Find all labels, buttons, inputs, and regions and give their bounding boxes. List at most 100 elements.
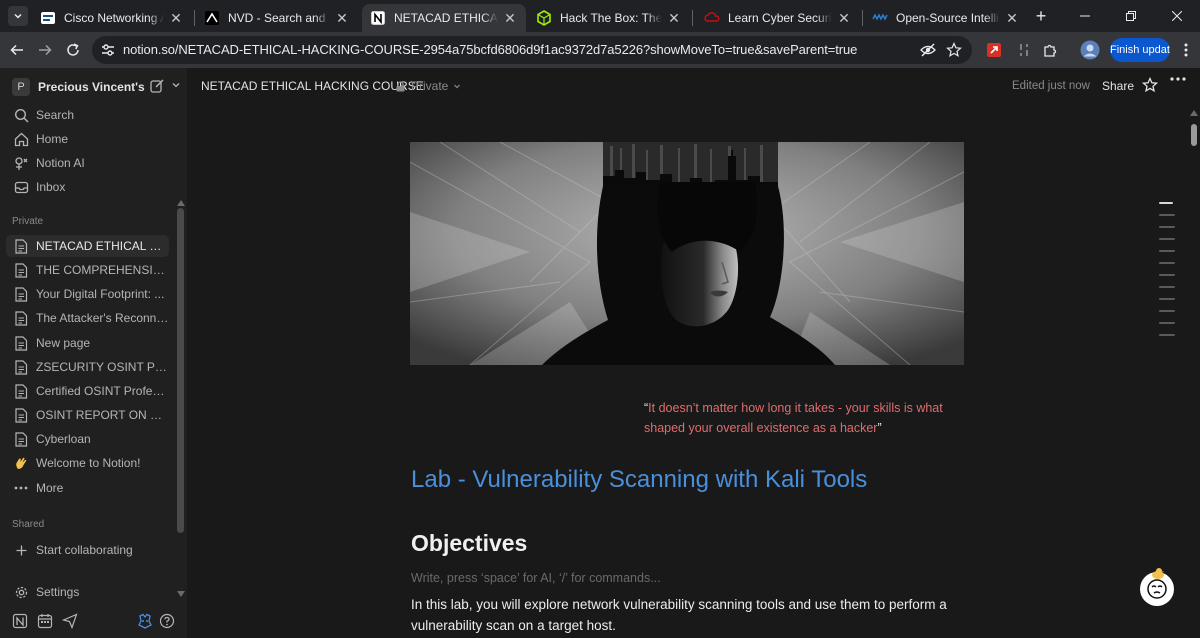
favorite-star-icon[interactable] [1142,77,1158,93]
browser-tab[interactable]: Open-Source Intelligence ( ✕ [864,4,1028,32]
browser-tab-active[interactable]: NETACAD ETHICAL HACKI ✕ [362,4,526,32]
extension-button[interactable] [982,38,1006,62]
close-tab-icon[interactable]: ✕ [502,10,518,26]
toc-line[interactable] [1159,310,1175,312]
toc-line[interactable] [1159,250,1175,252]
send-icon[interactable] [62,613,78,629]
bookmark-star-icon[interactable] [946,42,962,58]
toc-line[interactable] [1159,298,1175,300]
browser-tab[interactable]: Cisco Networking Academ ✕ [32,4,192,32]
sidebar-item-home[interactable]: Home [6,128,169,150]
more-horizontal-icon[interactable] [1170,77,1188,93]
page-scrollbar[interactable] [1191,124,1197,146]
browser-tab[interactable]: Hack The Box: The #1 Cybe ✕ [528,4,690,32]
close-tab-icon[interactable]: ✕ [334,10,350,26]
address-text: notion.so/NETACAD-ETHICAL-HACKING-COURSE… [123,42,858,57]
heading-lab-title[interactable]: Lab - Vulnerability Scanning with Kali T… [411,466,867,494]
sidebar-item-label: Start collaborating [36,543,133,557]
minimize-button[interactable] [1062,0,1108,32]
scroll-up-arrow-icon[interactable] [177,200,185,206]
calendar-icon[interactable] [37,613,53,629]
sidebar-page[interactable]: NETACAD ETHICAL HA... [6,235,169,257]
heading-objectives[interactable]: Objectives [411,530,527,557]
scroll-up-arrow-icon[interactable] [1190,110,1198,116]
toc-line[interactable] [1159,226,1175,228]
sidebar: P Precious Vincent's Search Home Notion … [0,68,187,638]
close-tab-icon[interactable]: ✕ [666,10,682,26]
toc-line[interactable] [1159,274,1175,276]
hooded-hacker-image [410,142,964,365]
new-page-icon[interactable] [149,78,167,96]
extension-button[interactable] [1012,38,1036,62]
page-icon [12,285,30,303]
sidebar-item-inbox[interactable]: Inbox [6,176,169,198]
page-icon [12,334,30,352]
paragraph-block[interactable]: In this lab, you will explore network vu… [411,594,951,636]
extensions-button[interactable] [1038,38,1062,62]
back-button[interactable] [5,38,29,62]
notion-mail-icon[interactable] [12,613,28,629]
sidebar-page[interactable]: Welcome to Notion! [6,452,169,474]
toc-line[interactable] [1159,322,1175,324]
forward-button[interactable] [33,38,57,62]
restore-button[interactable] [1108,0,1154,32]
chevron-down-icon[interactable] [171,80,183,92]
tryhackme-icon [704,10,720,26]
toc-line[interactable] [1159,214,1175,216]
sidebar-page[interactable]: Certified OSINT Profess... [6,380,169,402]
browser-menu-button[interactable] [1174,38,1198,62]
toc-line[interactable] [1159,202,1173,204]
quote-text: It doesn’t matter how long it takes - yo… [644,401,943,435]
start-collaborating-button[interactable]: Start collaborating [6,539,169,561]
sidebar-page[interactable]: OSINT REPORT ON CYB... [6,404,169,426]
sidebar-scrollbar[interactable] [177,208,184,533]
reload-button[interactable] [61,38,85,62]
tracking-off-icon[interactable] [920,42,936,58]
workspace-name: Precious Vincent's [38,80,145,94]
callout-quote[interactable]: “It doesn’t matter how long it takes - y… [644,398,964,438]
empty-block-placeholder[interactable]: Write, press ‘space’ for AI, ‘/’ for com… [411,571,661,585]
sidebar-page[interactable]: The Attacker's Reconna... [6,307,169,329]
cover-image[interactable] [410,142,964,365]
privacy-menu[interactable]: Private [395,79,461,93]
sidebar-item-notion-ai[interactable]: Notion AI [6,152,169,174]
finish-update-button[interactable]: Finish update [1110,38,1170,62]
sidebar-item-more[interactable]: More [6,477,169,499]
close-window-button[interactable] [1154,0,1200,32]
toc-line[interactable] [1159,238,1175,240]
help-icon[interactable] [159,613,175,629]
close-tab-icon[interactable]: ✕ [168,10,184,26]
sidebar-page[interactable]: New page [6,332,169,354]
workspace-switcher[interactable]: P Precious Vincent's [8,76,180,98]
page-icon [12,309,30,327]
new-tab-button[interactable]: + [1032,7,1050,25]
table-of-contents-minimap[interactable] [1159,202,1175,346]
chevron-down-icon [13,11,23,21]
notion-ai-face-icon [1146,578,1168,600]
toc-line[interactable] [1159,286,1175,288]
toc-line[interactable] [1159,262,1175,264]
close-tab-icon[interactable]: ✕ [836,10,852,26]
sidebar-page-label: Cyberloan [36,432,91,446]
sidebar-page[interactable]: ZSECURITY OSINT PRO... [6,356,169,378]
sidebar-page[interactable]: THE COMPREHENSIVE ... [6,259,169,281]
sidebar-page[interactable]: Cyberloan [6,428,169,450]
tab-title: Learn Cyber Security | TryH [728,11,832,25]
profile-button[interactable] [1078,38,1102,62]
browser-tab[interactable]: Learn Cyber Security | TryH ✕ [696,4,860,32]
site-settings-icon[interactable] [100,42,116,58]
sidebar-page-label: The Attacker's Reconna... [36,311,169,325]
sidebar-item-settings[interactable]: Settings [6,581,169,603]
sidebar-page[interactable]: Your Digital Footprint: ... [6,283,169,305]
breadcrumb[interactable]: NETACAD ETHICAL HACKING COURSE [201,79,424,93]
ai-agent-icon[interactable] [137,613,153,629]
sidebar-item-search[interactable]: Search [6,104,169,126]
tab-search-button[interactable] [8,6,28,26]
close-tab-icon[interactable]: ✕ [1004,10,1020,26]
browser-tab[interactable]: NVD - Search and Statistic ✕ [196,4,358,32]
toc-line[interactable] [1159,334,1175,336]
page-content: NETACAD ETHICAL HACKING COURSE Private E… [187,68,1200,638]
address-bar[interactable]: notion.so/NETACAD-ETHICAL-HACKING-COURSE… [92,36,972,64]
share-button[interactable]: Share [1102,79,1134,93]
scroll-down-arrow-icon[interactable] [177,591,185,597]
